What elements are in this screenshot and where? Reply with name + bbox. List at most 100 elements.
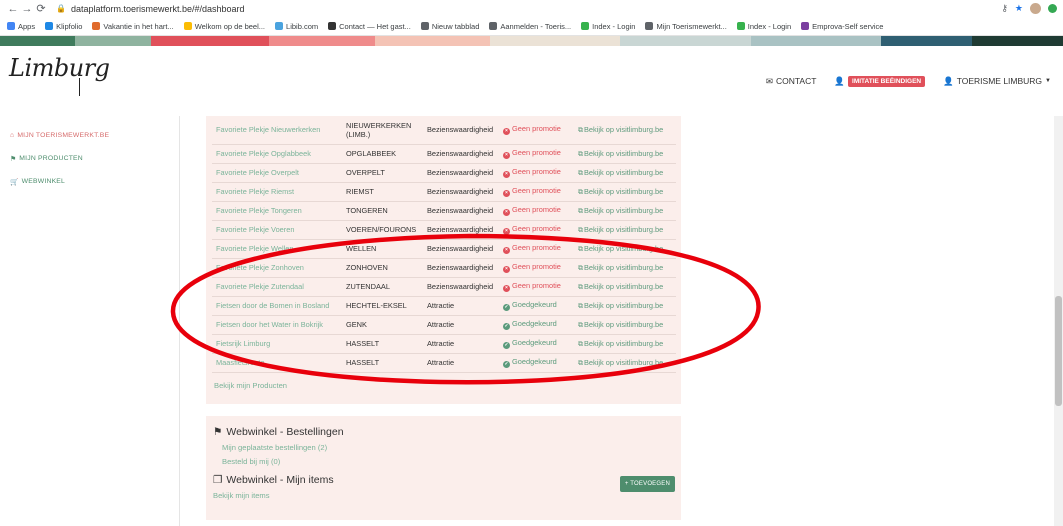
bookmark-item[interactable]: Contact — Het gast... (328, 22, 411, 31)
scrollbar-track[interactable] (1054, 116, 1063, 526)
bookmark-item[interactable]: Emprova-Self service (801, 22, 883, 31)
reload-icon[interactable]: ⟳ (34, 2, 48, 15)
product-name[interactable]: Maasfietsroute (212, 353, 342, 373)
times-circle-icon: × (503, 266, 510, 273)
status-label: Geen promotie (512, 124, 561, 134)
product-name[interactable]: Favoriete Plekje Nieuwerkerken (212, 116, 342, 145)
bookmark-item[interactable]: Aanmelden - Toeris... (489, 22, 571, 31)
bookmark-favicon-icon (489, 22, 498, 30)
add-item-button[interactable]: + TOEVOEGEN (619, 476, 675, 492)
extension-icon[interactable] (1048, 4, 1057, 13)
link-label: Bekijk op visitlimburg.be (584, 243, 664, 253)
bookmark-item[interactable]: Vakantie in het hart... (92, 21, 174, 31)
product-name[interactable]: Favoriete Plekje Riemst (212, 182, 342, 202)
visitlimburg-link[interactable]: ⧉Bekijk op visitlimburg.be (574, 116, 676, 145)
product-name[interactable]: Favoriete Plekje Zutendaal (212, 277, 342, 297)
color-strip-segment (881, 36, 973, 46)
visitlimburg-link[interactable]: ⧉Bekijk op visitlimburg.be (574, 220, 676, 240)
address-bar[interactable]: 🔒 dataplatform.toerismewerkt.be/#/dashbo… (56, 4, 245, 14)
product-place: ZUTENDAAL (342, 277, 423, 297)
visitlimburg-link[interactable]: ⧉Bekijk op visitlimburg.be (574, 163, 676, 183)
times-circle-icon: × (503, 171, 510, 178)
bookmark-item[interactable]: Index - Login (736, 22, 791, 31)
sidebar-item-mijn-producten[interactable]: ⚑ MIJN PRODUCTEN (0, 147, 179, 170)
site-header: Limburg ✉ CONTACT 👤 IMITATIE BEËINDIGEN … (0, 46, 1063, 116)
browser-toolbar: ← → ⟳ 🔒 dataplatform.toerismewerkt.be/#/… (0, 0, 1063, 17)
product-status: × Geen promotie (499, 116, 574, 145)
visitlimburg-link[interactable]: ⧉Bekijk op visitlimburg.be (574, 296, 676, 316)
product-name[interactable]: Fietsrijk Limburg (212, 334, 342, 354)
back-icon[interactable]: ← (6, 3, 20, 15)
bookmark-favicon-icon (45, 22, 54, 30)
visitlimburg-link[interactable]: ⧉Bekijk op visitlimburg.be (574, 353, 676, 373)
product-place: WELLEN (342, 239, 423, 259)
visitlimburg-link[interactable]: ⧉Bekijk op visitlimburg.be (574, 334, 676, 354)
product-name[interactable]: Fietsen door het Water in Bokrijk (212, 315, 342, 335)
product-category: Bezienswaardigheid (423, 163, 499, 183)
sidebar-item-mijn-toerismewerkt[interactable]: ⌂ MIJN TOERISMEWERKT.BE (0, 124, 179, 147)
status-label: Goedgekeurd (512, 357, 557, 366)
bookmark-item[interactable]: Nieuw tabblad (420, 21, 480, 31)
link-label: Bekijk op visitlimburg.be (584, 205, 664, 215)
bookmark-label: Nieuw tabblad (431, 21, 480, 31)
view-products-link[interactable]: Bekijk mijn Producten (214, 381, 675, 390)
link-label: Bekijk op visitlimburg.be (584, 319, 664, 329)
profile-avatar[interactable] (1030, 3, 1041, 14)
bookmark-item[interactable]: Klipfolio (45, 22, 82, 31)
times-circle-icon: × (503, 247, 510, 254)
bookmark-item[interactable]: Libib.com (275, 22, 318, 31)
lock-icon: 🔒 (56, 4, 66, 13)
product-name[interactable]: Favoriete Plekje Overpelt (212, 163, 342, 183)
product-name[interactable]: Favoriete Plekje Tongeren (212, 201, 342, 221)
visitlimburg-link[interactable]: ⧉Bekijk op visitlimburg.be (574, 182, 676, 202)
sidebar-item-webwinkel[interactable]: 🛒 WEBWINKEL (0, 170, 179, 193)
product-place: OVERPELT (342, 163, 423, 183)
bookmark-item[interactable]: Index - Login (581, 22, 635, 31)
user-menu[interactable]: 👤 TOERISME LIMBURG ▼ (943, 76, 1051, 87)
product-name[interactable]: Favoriete Plekje Wellen (212, 239, 342, 259)
product-category: Bezienswaardigheid (423, 182, 499, 202)
link-label: Bekijk op visitlimburg.be (584, 167, 664, 177)
copy-icon: ❐ (213, 474, 223, 486)
bookmark-item[interactable]: Apps (7, 22, 35, 31)
product-status: × Geen promotie (499, 144, 574, 164)
visitlimburg-link[interactable]: ⧉Bekijk op visitlimburg.be (574, 258, 676, 278)
product-name[interactable]: Favoriete Plekje Opglabbeek (212, 144, 342, 164)
color-strip-segment (750, 36, 882, 46)
products-table: Favoriete Plekje Nieuwerkerken NIEUWERKER… (212, 116, 676, 373)
product-place: TONGEREN (342, 201, 423, 221)
bookmark-item[interactable]: Welkom op de beel... (183, 22, 265, 31)
color-strip-segment (620, 36, 751, 46)
bookmark-favicon-icon (92, 22, 101, 30)
ordered-from-me-link[interactable]: Besteld bij mij (0) (222, 457, 674, 466)
forward-icon[interactable]: → (20, 3, 34, 15)
view-items-link[interactable]: Bekijk mijn items (213, 491, 674, 500)
product-name[interactable]: Favoriete Plekje Voeren (212, 220, 342, 240)
external-link-icon: ⧉ (578, 226, 583, 234)
product-place: OPGLABBEEK (342, 144, 423, 164)
product-name[interactable]: Fietsen door de Bomen in Bosland (212, 296, 342, 316)
star-icon[interactable]: ★ (1015, 3, 1023, 14)
bookmark-favicon-icon (328, 22, 337, 30)
product-status: × Geen promotie (499, 182, 574, 202)
visitlimburg-link[interactable]: ⧉Bekijk op visitlimburg.be (574, 201, 676, 221)
times-circle-icon: × (503, 128, 510, 136)
url-text: dataplatform.toerismewerkt.be/#/dashboar… (70, 3, 245, 14)
visitlimburg-link[interactable]: ⧉Bekijk op visitlimburg.be (574, 239, 676, 259)
bookmark-label: Vakantie in het hart... (103, 21, 174, 31)
visitlimburg-link[interactable]: ⧉Bekijk op visitlimburg.be (574, 315, 676, 335)
visitlimburg-link[interactable]: ⧉Bekijk op visitlimburg.be (574, 144, 676, 164)
external-link-icon: ⧉ (578, 264, 583, 272)
my-orders-link[interactable]: Mijn geplaatste bestellingen (2) (222, 443, 674, 452)
product-name[interactable]: Favoriete Plekje Zonhoven (212, 258, 342, 278)
key-icon[interactable]: ⚷ (1001, 3, 1008, 14)
imitatie-button[interactable]: 👤 IMITATIE BEËINDIGEN (834, 75, 926, 87)
bookmark-favicon-icon (581, 22, 590, 30)
bookmark-item[interactable]: Mijn Toerismewerkt... (645, 22, 727, 31)
contact-link[interactable]: ✉ CONTACT (766, 76, 817, 87)
scrollbar-thumb[interactable] (1055, 296, 1062, 406)
product-place: HECHTEL-EKSEL (342, 296, 423, 316)
visitlimburg-link[interactable]: ⧉Bekijk op visitlimburg.be (574, 277, 676, 297)
limburg-logo[interactable]: Limburg (9, 54, 110, 96)
bookmark-favicon-icon (275, 22, 284, 30)
